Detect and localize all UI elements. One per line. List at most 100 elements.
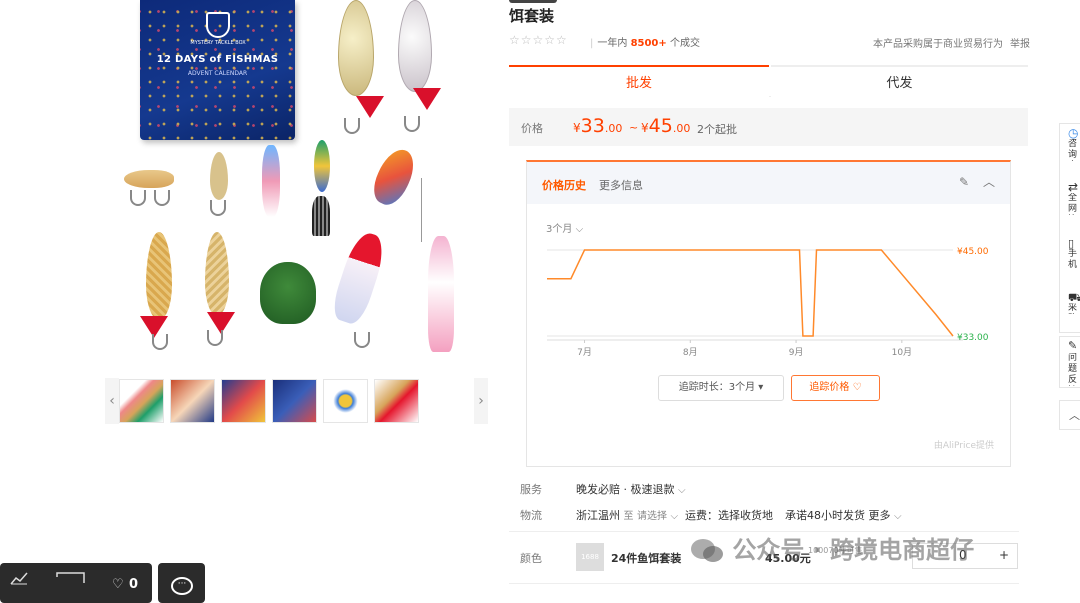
x-tick-label: 9月 — [789, 347, 804, 358]
low-price-label: ¥33.00 — [957, 333, 989, 343]
sidebar-compare[interactable]: ⇄ 全网比价 — [1068, 180, 1080, 215]
trend-chart-icon[interactable] — [10, 571, 28, 588]
x-tick-label: 10月 — [892, 347, 912, 358]
more-link[interactable]: 更多 — [869, 509, 891, 522]
report-link[interactable]: 举报 — [1010, 35, 1030, 50]
silver-spoon-lure — [398, 0, 432, 92]
sidebar-consult[interactable]: ◷ 咨询客服 — [1068, 126, 1080, 161]
wechat-icon — [690, 538, 724, 564]
heart-icon[interactable]: ♡ — [112, 577, 124, 592]
price-label: 价格 — [521, 122, 543, 135]
plus-icon[interactable]: + — [999, 548, 1009, 562]
chevron-down-icon: ⌵ — [894, 511, 902, 522]
frog-lure — [260, 262, 316, 324]
thumbnail-4[interactable] — [272, 379, 317, 423]
price-min: ¥33.00 — [573, 115, 623, 137]
sidebar-mobile-label: 手机下单 — [1068, 249, 1078, 270]
chevron-down-icon: ⌵ — [670, 511, 679, 522]
squid-rig-lure — [428, 236, 454, 352]
price-max: ¥45.00 — [641, 115, 691, 137]
thumb-next-arrow[interactable]: › — [474, 378, 488, 424]
sidebar-consult-label: 咨询客服 — [1068, 139, 1078, 160]
track-price-label: 追踪价格 — [809, 382, 850, 393]
logistics-label: 物流 — [520, 509, 542, 522]
title-underline — [509, 0, 557, 3]
price-series-line — [547, 249, 954, 337]
shipping-fee[interactable]: 运费：选择收货地 — [685, 507, 773, 523]
sidebar-feedback-label: 问题反馈 — [1068, 353, 1078, 385]
track-price-button[interactable]: 追踪价格 ♡ — [791, 375, 880, 401]
price-history-header: 价格历史 更多信息 ✎ ︿ — [527, 162, 1010, 204]
sales-count: 8500+ — [630, 38, 667, 49]
cart-icon: ⛟ — [1068, 291, 1080, 304]
purchase-mode-tabs: 批发 代发 — [509, 65, 1028, 97]
thumbnail-2[interactable] — [170, 379, 215, 423]
heart-icon: ♡ — [852, 382, 862, 393]
color-label: 颜色 — [520, 552, 542, 565]
destination-select[interactable]: 请选择 — [637, 511, 667, 522]
chevron-down-icon: ⌵ — [678, 485, 686, 496]
phone-icon: ▯ — [1068, 237, 1075, 250]
measure-icon[interactable] — [56, 571, 86, 588]
box-brand: MYSTERY TACKLE BOX — [190, 40, 246, 46]
floating-toolbar: ♡ 0 — [0, 563, 152, 603]
sidebar-compare-label: 全网比价 — [1068, 193, 1078, 214]
box-subtitle: ADVENT CALENDAR — [187, 70, 248, 77]
spinner-lure — [314, 140, 330, 192]
popper-lure — [328, 228, 390, 328]
service-label: 服务 — [520, 483, 542, 496]
price-history-panel: 价格历史 更多信息 ✎ ︿ 3个月 ⌵ ¥45.00 ¥33.00 7月 8月 9月 10… — [526, 160, 1011, 467]
chat-bubble-icon: ··· — [171, 577, 193, 595]
service-text: 晚发必赔 · 极速退款 — [576, 483, 675, 496]
watermark: 公众号 · 跨境电商超仔 — [690, 530, 974, 565]
feedback-icon: ✎ — [1068, 339, 1078, 352]
thumbnail-5[interactable] — [323, 379, 368, 423]
price-history-chart: ¥45.00 ¥33.00 7月 8月 9月 10月 — [547, 247, 989, 358]
thumbnail-strip: ‹ › — [105, 378, 488, 426]
ship-promise[interactable]: 承诺48小时发货 更多 ⌵ — [785, 507, 902, 523]
crankbait-lure — [367, 143, 421, 211]
gold-spoon-lure-3 — [205, 232, 229, 316]
right-sidebar: ◷ 咨询客服 ⇄ 全网比价 ▯ 手机下单 ⛟ 采购车 — [1059, 123, 1080, 333]
chat-button[interactable]: ··· — [158, 563, 205, 603]
clock-icon: ◷ — [1068, 126, 1079, 140]
sidebar-feedback[interactable]: ✎ 问题反馈 — [1059, 336, 1080, 388]
compare-icon: ⇄ — [1068, 180, 1079, 194]
divider — [509, 583, 1019, 584]
tackle-box-logo — [206, 12, 230, 38]
sidebar-mobile[interactable]: ▯ 手机下单 — [1068, 238, 1080, 271]
watermark-text: 公众号 · 跨境电商超仔 — [732, 536, 975, 564]
price-range-sep: ~ — [629, 121, 639, 134]
sidebar-cart-label: 采购车 — [1068, 303, 1078, 313]
tab-wholesale[interactable]: 批发 — [509, 65, 769, 97]
chevron-up-icon: ︿ — [1069, 409, 1080, 422]
tab-price-history[interactable]: 价格历史 — [542, 177, 586, 193]
chevron-up-icon[interactable]: ︿ — [983, 173, 995, 190]
track-duration-select[interactable]: 追踪时长：3个月 ▾ — [658, 375, 784, 401]
edit-icon[interactable]: ✎ — [959, 175, 969, 189]
sidebar-cart[interactable]: ⛟ 采购车 — [1068, 292, 1080, 314]
product-title: 饵套装 — [509, 7, 555, 25]
min-order-qty: 2个起批 — [697, 123, 737, 136]
variant-thumbnail[interactable]: 1688 — [576, 543, 604, 571]
thumbnail-6[interactable] — [374, 379, 419, 423]
thumbnail-3[interactable] — [221, 379, 266, 423]
likes-count: 0 — [129, 577, 139, 592]
sales-suffix: 个成交 — [669, 38, 700, 49]
back-to-top-button[interactable]: ︿ — [1059, 400, 1080, 430]
rating-stars: ☆☆☆☆☆ — [509, 33, 568, 47]
soft-shrimp-lure — [262, 145, 280, 217]
logistics-origin: 浙江温州 至 请选择 ⌵ — [576, 509, 679, 522]
small-spoon-lure — [210, 152, 228, 200]
thumb-prev-arrow[interactable]: ‹ — [105, 378, 119, 424]
vib-lure — [124, 170, 174, 188]
sales-summary: | 一年内 8500+ 个成交 — [590, 38, 700, 49]
caret-down-icon: ▾ — [758, 382, 764, 393]
x-tick-label: 8月 — [683, 347, 698, 358]
service-value[interactable]: 晚发必赔 · 极速退款 ⌵ — [576, 481, 686, 497]
variant-name: 24件鱼饵套装 — [611, 552, 682, 565]
tab-dropship[interactable]: 代发 — [771, 65, 1028, 97]
main-product-image[interactable]: 12 DAYS of FISHMAS ADVENT CALENDAR MYSTE… — [110, 0, 485, 360]
thumbnail-1[interactable] — [119, 379, 164, 423]
tab-more-info[interactable]: 更多信息 — [599, 177, 643, 193]
